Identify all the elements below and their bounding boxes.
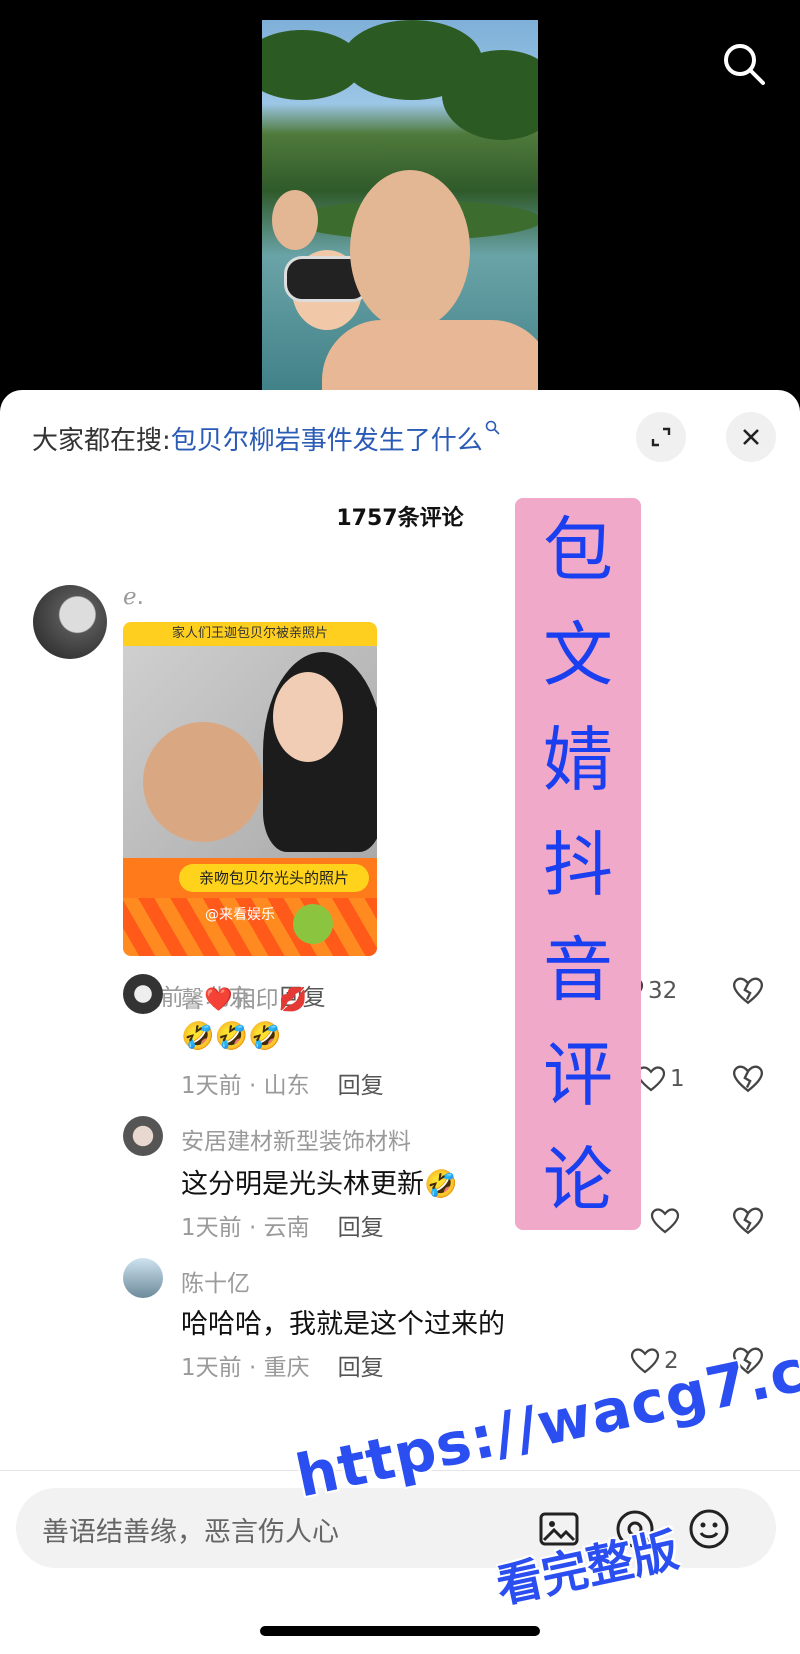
overlay-char: 评 <box>543 1034 613 1116</box>
dislike-button[interactable] <box>732 1206 764 1240</box>
overlay-char: 论 <box>543 1139 613 1221</box>
overlay-char: 文 <box>543 614 613 696</box>
reply-button[interactable]: 回复 <box>338 1073 384 1099</box>
broken-heart-icon <box>732 977 764 1005</box>
image-banner-bottom: @来看娱乐 <box>123 898 377 956</box>
comment-image[interactable]: 家人们王迦包贝尔被亲照片 亲吻包贝尔光头的照片 @来看娱乐 <box>123 622 377 956</box>
comment-meta: 1天前 · 山东 回复 <box>181 1066 384 1100</box>
reply-button[interactable]: 回复 <box>338 1355 384 1381</box>
suggestion-prefix: 大家都在搜: <box>32 426 171 456</box>
username[interactable]: ℯ. <box>123 584 144 610</box>
like-count: 1 <box>670 1066 685 1092</box>
comment-input[interactable]: 善语结善缘，恶言伤人心 <box>42 1510 339 1549</box>
overlay-char: 音 <box>543 929 613 1011</box>
avatar[interactable] <box>33 585 107 659</box>
avatar[interactable] <box>123 1116 163 1156</box>
overlay-char: 包 <box>543 509 613 591</box>
dislike-button[interactable] <box>732 1064 764 1098</box>
username[interactable]: 陈十亿 <box>181 1264 250 1298</box>
overlay-label: 包 文 婧 抖 音 评 论 <box>515 498 641 1230</box>
comment-meta: 1天前 · 云南 回复 <box>181 1208 384 1242</box>
avatar[interactable] <box>123 974 163 1014</box>
video-player[interactable] <box>0 0 800 400</box>
video-frame <box>262 20 538 400</box>
avatar[interactable] <box>123 1258 163 1298</box>
username[interactable]: 安居建材新型装饰材料 <box>181 1122 411 1156</box>
username[interactable]: 馨❤️相印💋 <box>181 980 307 1014</box>
like-button[interactable] <box>650 1207 680 1235</box>
search-icon[interactable] <box>720 40 768 88</box>
reply-button[interactable]: 回复 <box>338 1215 384 1241</box>
like-count: 32 <box>648 978 678 1004</box>
overlay-char: 抖 <box>543 824 613 906</box>
emoji-icon <box>689 1509 729 1549</box>
comment-meta: 1天前 · 重庆 回复 <box>181 1348 384 1382</box>
expand-icon <box>651 427 671 447</box>
close-icon <box>743 429 759 445</box>
expand-button[interactable] <box>636 412 686 462</box>
comment-count: 1757条评论 <box>336 506 464 531</box>
search-suggestion[interactable]: 大家都在搜:包贝尔柳岩事件发生了什么 <box>32 420 501 457</box>
comment-time-location: 1天前 · 云南 <box>181 1215 310 1241</box>
overlay-char: 婧 <box>543 719 613 801</box>
dislike-button[interactable] <box>732 976 764 1010</box>
emoji-button[interactable] <box>686 1506 732 1552</box>
suggestion-query[interactable]: 包贝尔柳岩事件发生了什么 <box>171 426 483 456</box>
image-banner-mid: 亲吻包贝尔光头的照片 <box>123 858 377 898</box>
comment-text: 🤣🤣🤣 <box>181 1021 282 1052</box>
image-banner-top: 家人们王迦包贝尔被亲照片 <box>123 622 377 646</box>
search-icon <box>485 420 500 435</box>
comment-time-location: 1天前 · 山东 <box>181 1073 310 1099</box>
broken-heart-icon <box>732 1065 764 1093</box>
like-button[interactable]: 1 <box>636 1065 685 1093</box>
broken-heart-icon <box>732 1207 764 1235</box>
home-indicator <box>260 1626 540 1636</box>
comment-text: 哈哈哈，我就是这个过来的 <box>181 1309 505 1340</box>
comment-time-location: 1天前 · 重庆 <box>181 1355 310 1381</box>
close-button[interactable] <box>726 412 776 462</box>
heart-icon <box>650 1208 680 1234</box>
comment-text: 这分明是光头林更新🤣 <box>181 1169 458 1200</box>
